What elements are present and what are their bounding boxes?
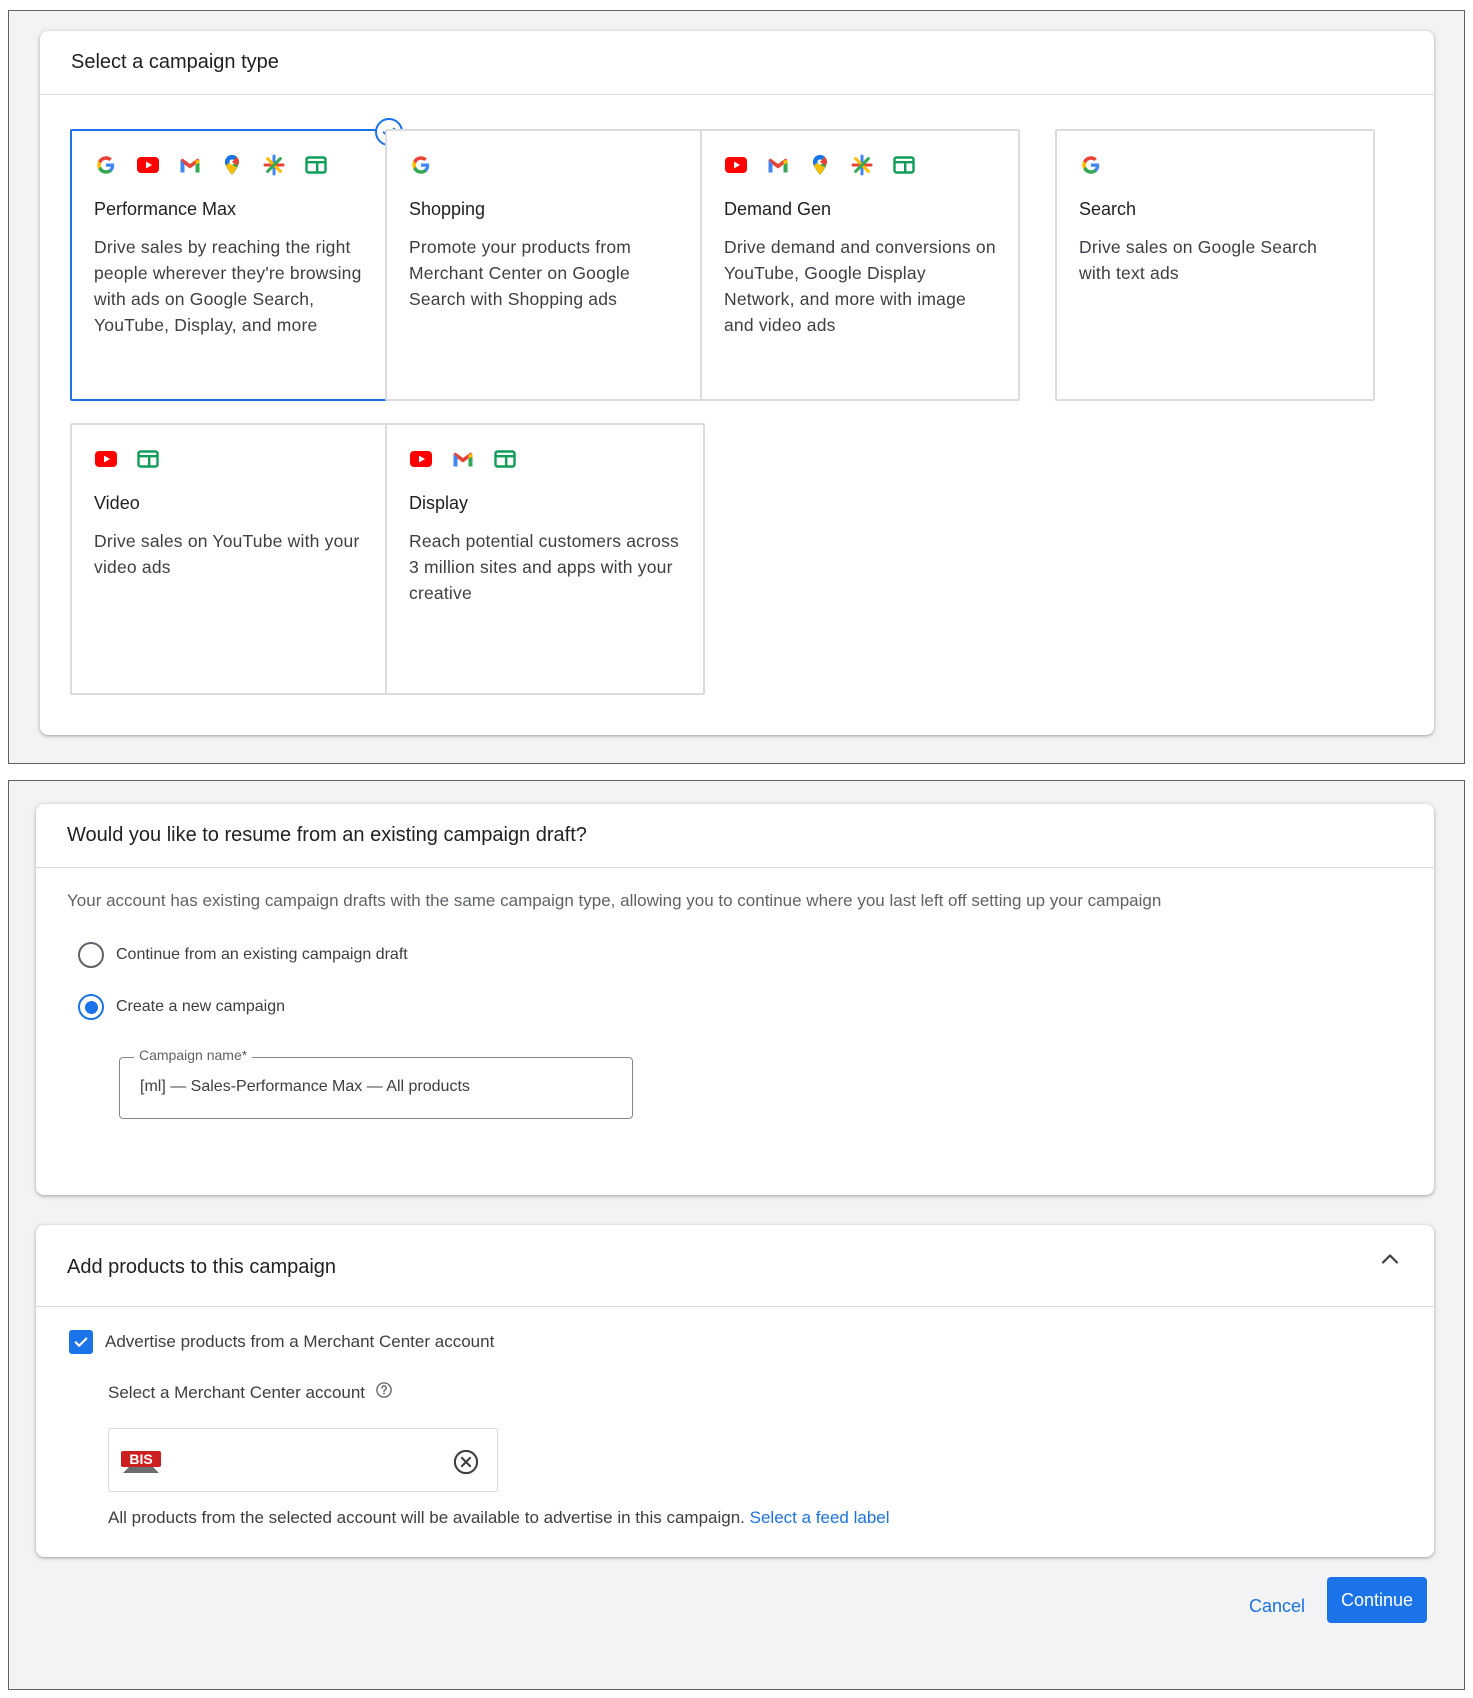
youtube-icon [409,447,433,471]
campaign-setup-panel: Would you like to resume from an existin… [8,780,1465,1690]
chevron-up-icon[interactable] [1376,1245,1404,1273]
radio-continue-draft[interactable]: Continue from an existing campaign draft [78,942,408,968]
tile-title: Search [1079,199,1137,219]
clear-selection-icon[interactable] [452,1448,480,1476]
google-g-icon [94,153,118,177]
tile-shopping[interactable]: Shopping Promote your products from Merc… [385,129,705,401]
products-header: Add products to this campaign [36,1225,1434,1307]
discover-icon [850,153,874,177]
checkbox-checked-icon[interactable] [69,1330,93,1354]
discover-icon [262,153,286,177]
tile-description: Drive demand and conversions on YouTube,… [724,237,996,335]
tile-description: Reach potential customers across 3 milli… [409,531,679,603]
campaign-name-value[interactable]: [ml] — Sales-Performance Max — All produ… [140,1078,470,1096]
merchant-account-logo: BIS [119,1445,163,1477]
tile-video[interactable]: Video Drive sales on YouTube with your v… [70,423,390,695]
continue-button[interactable]: Continue [1327,1577,1427,1623]
checkbox-label: Advertise products from a Merchant Cente… [105,1332,495,1351]
draft-subtext: Your account has existing campaign draft… [67,891,1162,910]
display-icon [493,447,517,471]
campaign-type-panel: Select a campaign type Performance Max D… [8,10,1465,764]
products-header-title: Add products to this campaign [67,1256,337,1278]
display-icon [136,447,160,471]
merchant-center-select[interactable]: BIS [108,1428,498,1492]
tile-title: Video [94,493,140,513]
youtube-icon [724,153,748,177]
tile-description: Drive sales on YouTube with your video a… [94,531,360,577]
tile-description: Drive sales by reaching the right people… [94,237,362,335]
campaign-name-field[interactable]: Campaign name* [ml] — Sales-Performance … [119,1047,633,1119]
youtube-icon [136,153,160,177]
gmail-icon [451,447,475,471]
tile-title: Performance Max [94,199,237,219]
google-g-icon [1079,153,1103,177]
tile-description: Promote your products from Merchant Cent… [409,237,632,309]
help-icon[interactable] [375,1381,393,1404]
merchant-center-label: Select a Merchant Center account [108,1381,393,1404]
radio-label: Create a new campaign [116,998,285,1015]
radio-button[interactable] [78,942,104,968]
advertise-products-checkbox-row[interactable]: Advertise products from a Merchant Cente… [69,1330,494,1354]
radio-create-new[interactable]: Create a new campaign [78,994,285,1020]
campaign-type-card: Select a campaign type Performance Max D… [40,31,1434,735]
tile-display[interactable]: Display Reach potential customers across… [385,423,705,695]
draft-card: Would you like to resume from an existin… [36,804,1434,1195]
maps-pin-icon [220,153,244,177]
tile-description: Drive sales on Google Search with text a… [1079,237,1318,283]
tile-title: Demand Gen [724,199,832,219]
tile-title: Shopping [409,199,486,219]
display-icon [892,153,916,177]
tile-title: Display [409,493,469,513]
youtube-icon [94,447,118,471]
tile-demand-gen[interactable]: Demand Gen Drive demand and conversions … [700,129,1020,401]
display-icon [304,153,328,177]
svg-text:BIS: BIS [129,1451,152,1467]
radio-label: Continue from an existing campaign draft [116,946,408,963]
campaign-type-header: Select a campaign type [40,31,1434,95]
gmail-icon [766,153,790,177]
select-feed-label-link[interactable]: Select a feed label [750,1508,890,1527]
radio-button[interactable] [78,994,104,1020]
campaign-name-label: Campaign name* [134,1047,253,1063]
maps-pin-icon [808,153,832,177]
merchant-center-note: All products from the selected account w… [108,1508,890,1528]
gmail-icon [178,153,202,177]
merchant-center-label-text: Select a Merchant Center account [108,1382,366,1402]
products-card: Add products to this campaign Advertise … [36,1225,1434,1557]
note-text: All products from the selected account w… [108,1508,745,1527]
cancel-button[interactable]: Cancel [1249,1596,1305,1617]
google-g-icon [409,153,433,177]
tile-search[interactable]: Search Drive sales on Google Search with… [1055,129,1375,401]
draft-header: Would you like to resume from an existin… [36,804,1434,868]
tile-performance-max[interactable]: Performance Max Drive sales by reaching … [70,118,403,401]
